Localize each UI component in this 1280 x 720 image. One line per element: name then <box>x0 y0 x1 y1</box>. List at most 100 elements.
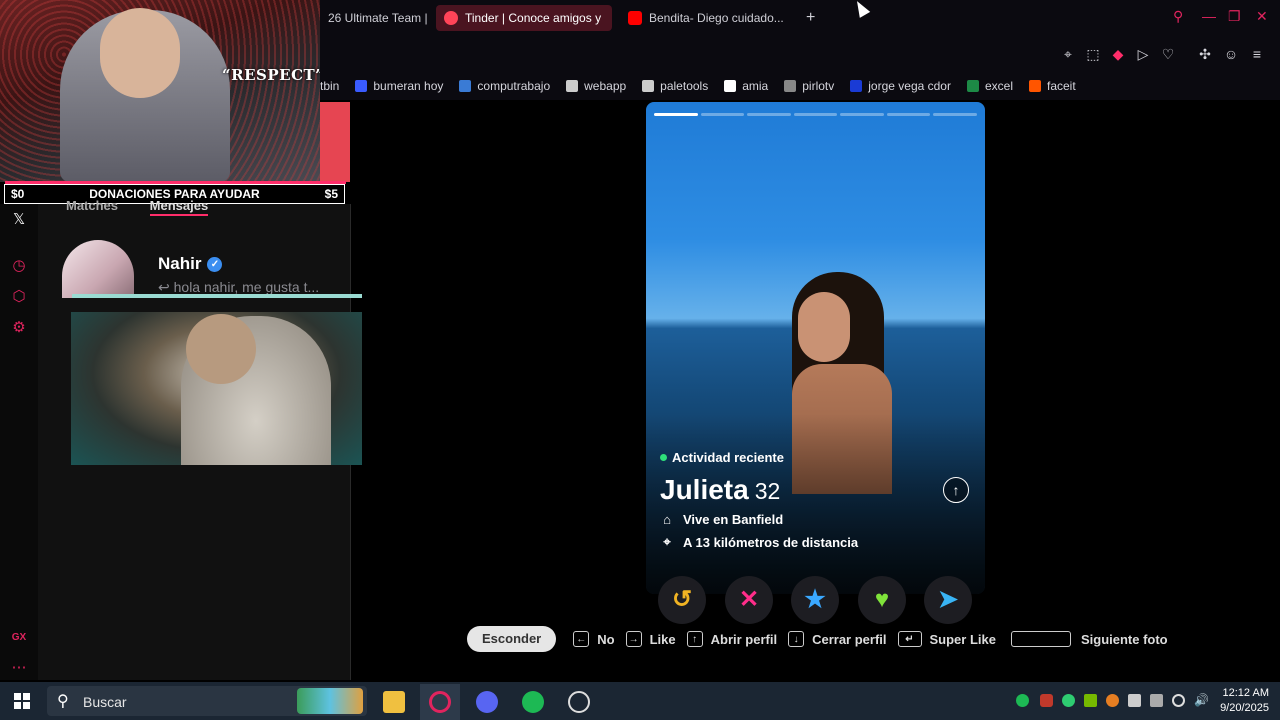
tab-label: Bendita- Diego cuidado... <box>649 11 784 25</box>
up-arrow-key-icon: ↑ <box>686 631 703 647</box>
bookmark-0[interactable]: tbin <box>320 79 339 93</box>
photo-segment[interactable] <box>793 113 838 116</box>
photo-segment[interactable] <box>747 113 791 116</box>
bookmark-icon <box>850 80 863 92</box>
opera-gx-icon[interactable] <box>429 691 451 713</box>
open-profile-button[interactable]: ↑ <box>943 477 969 503</box>
pin-icon[interactable]: ⌖ <box>1060 46 1076 62</box>
tab-matches[interactable]: Matches <box>66 198 118 213</box>
bookmark-9[interactable]: faceit <box>1028 79 1076 93</box>
search-icon[interactable]: ⚲ <box>1173 8 1183 25</box>
clock-icon[interactable]: ◷ <box>11 258 27 274</box>
location-pin-icon: ⌖ <box>663 534 671 549</box>
tab-youtube[interactable]: Bendita- Diego cuidado... <box>620 5 792 31</box>
new-tab-button[interactable]: + <box>798 5 824 31</box>
photo-segment[interactable] <box>700 113 745 116</box>
bookmark-6[interactable]: pirlotv <box>784 79 834 93</box>
tray-spotify-icon[interactable] <box>1016 694 1029 707</box>
shortcut-label: Like <box>649 631 676 647</box>
close-icon[interactable]: ✕ <box>1256 8 1268 25</box>
right-arrow-key-icon: → <box>625 631 642 647</box>
bookmarks-bar: tbin bumeran hoy computrabajo webapp paletoo… <box>320 72 1280 100</box>
heart-icon[interactable]: ♡ <box>1160 46 1176 62</box>
bookmark-3[interactable]: webapp <box>566 79 626 93</box>
tray-status-icon[interactable] <box>1062 694 1075 707</box>
shortcut-label: Cerrar perfil <box>812 631 887 647</box>
search-label: Buscar <box>83 694 127 710</box>
photo-segment[interactable] <box>840 113 884 116</box>
spotify-icon[interactable] <box>522 691 544 713</box>
video-head <box>186 314 256 384</box>
menu-icon[interactable]: ≡ <box>1249 46 1265 62</box>
panel-tabs: Matches Mensajes <box>66 198 209 216</box>
bookmark-7[interactable]: jorge vega cdor <box>850 79 951 93</box>
super-like-button[interactable]: ★ <box>791 576 839 624</box>
tray-shield-icon[interactable] <box>1040 694 1053 707</box>
play-icon[interactable]: ▷ <box>1135 46 1151 62</box>
file-explorer-icon[interactable] <box>383 691 405 713</box>
activity-label: Actividad reciente <box>672 450 784 465</box>
tray-network-icon[interactable] <box>1150 694 1163 707</box>
profile-name: Julieta 32 <box>660 474 780 506</box>
photo-segment[interactable] <box>654 113 698 116</box>
cube-icon[interactable]: ⬡ <box>11 289 27 305</box>
tab-messages[interactable]: Mensajes <box>149 198 209 216</box>
home-icon: ⌂ <box>663 512 671 527</box>
snapshot-icon[interactable]: ⬚ <box>1085 46 1101 62</box>
bookmark-label: tbin <box>320 79 340 93</box>
residence-text: Vive en Banfield <box>683 512 784 527</box>
bookmark-4[interactable]: paletools <box>642 79 708 93</box>
search-icon: ⚲ <box>57 693 69 710</box>
profile-distance: ⌖ A 13 kilómetros de distancia <box>660 534 858 550</box>
settings-icon[interactable]: ⚙ <box>11 320 27 336</box>
down-arrow-key-icon: ↓ <box>788 631 805 647</box>
bookmark-icon <box>566 80 579 92</box>
bookmark-label: webapp <box>584 79 627 93</box>
enter-key-icon: ↵ <box>897 631 922 647</box>
rewind-button[interactable]: ↺ <box>658 576 706 624</box>
more-icon[interactable]: ⋯ <box>11 660 27 676</box>
hide-button[interactable]: Esconder <box>467 626 557 652</box>
profile-photo-face <box>798 292 850 362</box>
tinder-brand-strip <box>320 102 350 182</box>
message-item[interactable]: Nahir ✓ <box>158 254 223 274</box>
boost-button[interactable]: ➤ <box>924 576 972 624</box>
minimize-icon[interactable]: — <box>1202 8 1216 24</box>
bookmark-icon <box>1028 80 1041 92</box>
tray-steam-icon[interactable] <box>1128 694 1141 707</box>
gx-icon[interactable]: GX <box>11 630 27 646</box>
like-button[interactable]: ♥ <box>858 576 906 624</box>
obs-icon[interactable] <box>568 691 590 713</box>
windows-start-icon[interactable] <box>14 693 30 709</box>
profile-icon[interactable]: ☺ <box>1223 46 1239 62</box>
bookmark-5[interactable]: amia <box>724 79 768 93</box>
clock-date: 9/20/2025 <box>1220 702 1269 714</box>
tray-app-icon[interactable] <box>1106 694 1119 707</box>
bookmark-icon <box>355 80 368 92</box>
photo-segment[interactable] <box>933 113 978 116</box>
bookmark-2[interactable]: computrabajo <box>459 79 550 93</box>
x-twitter-icon[interactable]: 𝕏 <box>11 212 27 228</box>
bookmark-8[interactable]: excel <box>966 79 1013 93</box>
tray-nvidia-icon[interactable] <box>1084 694 1097 707</box>
taskbar-clock[interactable]: 12:12 AM 9/20/2025 <box>1217 686 1269 716</box>
taskbar-search[interactable]: ⚲ Buscar <box>47 686 367 716</box>
tab-tinder[interactable]: Tinder | Conoce amigos y <box>436 5 612 31</box>
discord-icon[interactable] <box>476 691 498 713</box>
shortcut-super: ↵ Super Like <box>897 631 996 647</box>
volume-icon[interactable]: 🔊 <box>1194 694 1209 707</box>
pocket-icon[interactable]: ◆ <box>1110 46 1126 62</box>
tab-label: Tinder | Conoce amigos y <box>465 11 602 25</box>
nope-button[interactable]: ✕ <box>725 576 773 624</box>
photo-segment[interactable] <box>886 113 931 116</box>
donation-max: $5 <box>324 187 338 201</box>
maximize-icon[interactable]: ❐ <box>1228 8 1241 25</box>
tab-ultimate-team[interactable]: 26 Ultimate Team | <box>320 5 430 31</box>
extensions-icon[interactable]: ✣ <box>1197 46 1213 62</box>
tray-update-icon[interactable] <box>1172 694 1185 707</box>
bookmark-label: paletools <box>660 79 709 93</box>
bookmark-1[interactable]: bumeran hoy <box>355 79 443 93</box>
shortcut-open: ↑ Abrir perfil <box>686 631 777 647</box>
shortcut-close: ↓ Cerrar perfil <box>788 631 887 647</box>
shortcut-label: Super Like <box>929 631 996 647</box>
